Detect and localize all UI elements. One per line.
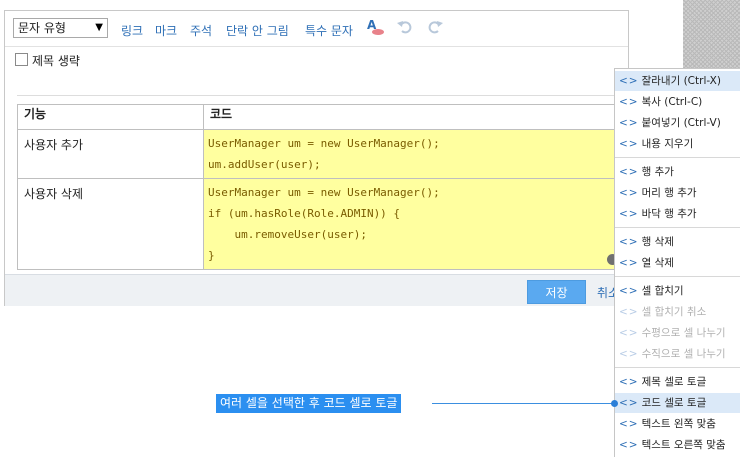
menu-item-add-header-row[interactable]: <> 머리 행 추가 [615,183,740,203]
menu-separator [615,276,740,277]
menu-separator [615,157,740,158]
omit-title-checkbox[interactable] [15,53,28,66]
menu-marker-icon: <> [619,166,639,178]
menu-item-label: 행 추가 [641,166,674,178]
callout-connector [432,403,614,404]
menu-item-label: 코드 셀로 토글 [641,397,707,409]
feature-cell[interactable]: 사용자 추가 [17,129,204,179]
table-header-row: 기능 코드 [17,104,630,130]
menu-item-label: 수직으로 셀 나누기 [641,348,726,360]
menu-item-label: 내용 지우기 [641,138,694,150]
special-char-button[interactable]: 특수 문자 [305,22,353,39]
menu-item-label: 수평으로 셀 나누기 [641,327,726,339]
menu-item-add-footer-row[interactable]: <> 바닥 행 추가 [615,204,740,224]
menu-item-label: 셀 합치기 [641,285,684,297]
menu-marker-icon: <> [619,257,639,269]
mark-button[interactable]: 마크 [155,22,177,39]
link-button[interactable]: 링크 [121,22,143,39]
menu-marker-icon: <> [619,397,639,409]
callout-anchor-dot [611,400,618,407]
menu-item-label: 머리 행 추가 [641,187,697,199]
menu-marker-icon: <> [619,187,639,199]
menu-item-label: 복사 (Ctrl-C) [641,96,703,108]
context-menu: <> 잘라내기 (Ctrl-X) <> 복사 (Ctrl-C) <> 붙여넣기 (Ct… [614,68,740,457]
menu-marker-icon: <> [619,327,639,339]
menu-item-label: 바닥 행 추가 [641,208,697,220]
menu-item-align-left[interactable]: <> 텍스트 왼쪽 맞춤 [615,414,740,434]
menu-item-label: 잘라내기 (Ctrl-X) [641,75,721,87]
omit-title-label: 제목 생략 [32,54,80,68]
section-divider [17,95,629,96]
code-line: } [208,249,215,262]
code-cell[interactable]: UserManager um = new UserManager(); um.a… [203,129,630,179]
menu-item-label: 열 삭제 [641,257,674,269]
menu-marker-icon: <> [619,285,639,297]
code-line: um.removeUser(user); [208,228,367,241]
menu-item-label: 텍스트 오른쪽 맞춤 [641,439,726,451]
menu-item-label: 셀 합치기 취소 [641,306,707,318]
code-line: UserManager um = new UserManager(); [208,137,440,150]
text-type-select-value: 문자 유형 [18,21,66,35]
feature-cell[interactable]: 사용자 삭제 [17,178,204,270]
menu-marker-icon: <> [619,376,639,388]
table-editor: 문자 유형 ▼ 링크 마크 주석 단락 안 그림 특수 문자 A 제목 생략 기… [4,10,630,306]
menu-item-toggle-code-cell[interactable]: <> 코드 셀로 토글 [615,393,740,413]
editor-toolbar: 문자 유형 ▼ 링크 마크 주석 단락 안 그림 특수 문자 A [5,11,628,47]
save-button[interactable]: 저장 [527,280,586,304]
annotation-button[interactable]: 주석 [190,22,212,39]
dropdown-arrow-icon: ▼ [95,22,103,33]
code-cell[interactable]: UserManager um = new UserManager(); if (… [203,178,630,270]
code-line: um.addUser(user); [208,158,321,171]
table-row: 사용자 삭제 UserManager um = new UserManager(… [17,178,630,270]
menu-item-merge-cells[interactable]: <> 셀 합치기 [615,281,740,301]
tutorial-callout: 여러 셀을 선택한 후 코드 셀로 토글 [216,394,402,413]
menu-item-delete-column[interactable]: <> 열 삭제 [615,253,740,273]
menu-item-unmerge-cells[interactable]: <> 셀 합치기 취소 [615,302,740,322]
menu-separator [615,227,740,228]
text-type-select[interactable]: 문자 유형 ▼ [13,18,108,38]
menu-marker-icon: <> [619,439,639,451]
menu-marker-icon: <> [619,117,639,129]
menu-item-add-row[interactable]: <> 행 추가 [615,162,740,182]
header-cell-feature[interactable]: 기능 [17,104,204,130]
menu-item-delete-row[interactable]: <> 행 삭제 [615,232,740,252]
inline-image-button[interactable]: 단락 안 그림 [226,22,289,39]
menu-item-clear[interactable]: <> 내용 지우기 [615,134,740,154]
menu-marker-icon: <> [619,96,639,108]
undo-icon[interactable] [395,17,415,37]
menu-item-label: 행 삭제 [641,236,674,248]
redo-icon[interactable] [425,17,445,37]
table-row: 사용자 추가 UserManager um = new UserManager(… [17,129,630,179]
menu-item-label: 텍스트 왼쪽 맞춤 [641,418,716,430]
menu-item-cut[interactable]: <> 잘라내기 (Ctrl-X) [615,71,740,91]
menu-item-split-horizontal[interactable]: <> 수평으로 셀 나누기 [615,323,740,343]
menu-marker-icon: <> [619,348,639,360]
menu-marker-icon: <> [619,306,639,318]
menu-item-toggle-header-cell[interactable]: <> 제목 셀로 토글 [615,372,740,392]
menu-marker-icon: <> [619,208,639,220]
menu-marker-icon: <> [619,236,639,248]
menu-item-paste[interactable]: <> 붙여넣기 (Ctrl-V) [615,113,740,133]
header-cell-code[interactable]: 코드 [203,104,630,130]
menu-item-label: 제목 셀로 토글 [641,376,707,388]
menu-marker-icon: <> [619,138,639,150]
menu-separator [615,367,740,368]
menu-marker-icon: <> [619,75,639,87]
omit-title-toggle[interactable]: 제목 생략 [15,52,80,69]
code-line: if (um.hasRole(Role.ADMIN)) { [208,207,401,220]
editor-footer: 저장 취소 [5,274,628,306]
menu-marker-icon: <> [619,418,639,430]
background-pattern [683,0,740,68]
menu-item-align-right[interactable]: <> 텍스트 오른쪽 맞춤 [615,435,740,455]
code-line: UserManager um = new UserManager(); [208,186,440,199]
menu-item-label: 붙여넣기 (Ctrl-V) [641,117,721,129]
menu-item-split-vertical[interactable]: <> 수직으로 셀 나누기 [615,344,740,364]
text-color-icon[interactable]: A [365,17,385,37]
menu-item-copy[interactable]: <> 복사 (Ctrl-C) [615,92,740,112]
content-table: 기능 코드 사용자 추가 UserManager um = new UserMa… [17,104,630,270]
